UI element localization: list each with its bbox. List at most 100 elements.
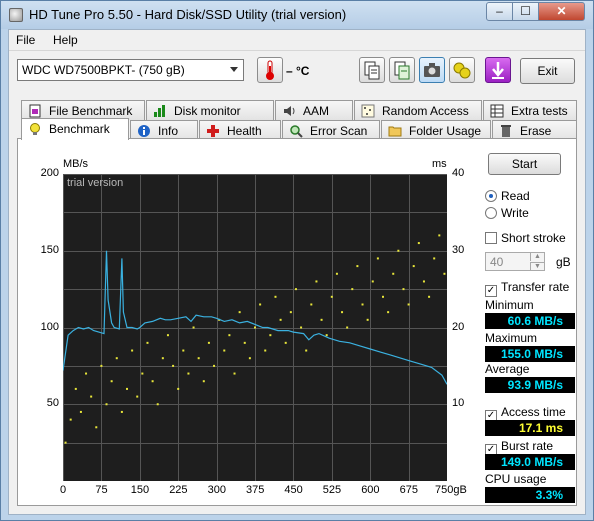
title-bar[interactable]: HD Tune Pro 5.50 - Hard Disk/SSD Utility… [1, 1, 593, 29]
access-time-point [412, 265, 415, 268]
access-time-point [95, 426, 98, 429]
access-time-point [146, 341, 149, 344]
access-time-point [85, 372, 88, 375]
access-time-point [207, 341, 210, 344]
transfer-rate-option[interactable]: ✓ Transfer rate [485, 280, 569, 297]
access-time-point [371, 280, 374, 283]
read-label: Read [501, 189, 530, 203]
transfer-rate-checkbox[interactable]: ✓ [485, 285, 497, 297]
access-time-point [202, 380, 205, 383]
x-tick-label: 300 [207, 484, 226, 496]
drive-select[interactable]: WDC WD7500BPKT- (750 gB) [17, 59, 244, 81]
access-time-point [294, 288, 297, 291]
write-option[interactable]: Write [485, 206, 529, 220]
spin-up-icon[interactable]: ▲ [530, 253, 544, 261]
stroke-unit: gB [556, 255, 571, 269]
tab-erase[interactable]: Erase [492, 120, 577, 140]
access-time-point [64, 441, 67, 444]
spin-down-icon[interactable]: ▼ [530, 262, 544, 270]
x-tick-label: 525 [322, 484, 342, 496]
access-time-point [69, 418, 72, 421]
short-stroke-option[interactable]: Short stroke [485, 231, 566, 245]
screenshot-button[interactable] [419, 57, 445, 83]
x-tick-label: 75 [95, 484, 108, 496]
client-area: File Help WDC WD7500BPKT- (750 gB) – °C [8, 29, 586, 515]
y-tick-label: 100 [40, 320, 59, 333]
maximize-button[interactable]: ☐ [512, 2, 539, 21]
access-time-point [126, 387, 128, 390]
access-time-point [259, 303, 262, 306]
benchmark-panel: MB/s ms trial version Start Read Write S… [17, 138, 577, 506]
save-button[interactable] [389, 57, 415, 83]
app-icon [9, 8, 23, 22]
tab-label: File Benchmark [49, 104, 133, 118]
access-time-point [335, 272, 338, 275]
short-stroke-label: Short stroke [501, 231, 566, 245]
tab-error-scan[interactable]: Error Scan [282, 120, 380, 140]
access-time-point [90, 395, 93, 398]
x-tick-label: 375 [246, 484, 265, 496]
access-time-point [213, 364, 216, 367]
stroke-size-input[interactable]: 40 ▲ ▼ [485, 252, 545, 271]
x-tick-label: 750gB [435, 484, 467, 496]
access-time-point [356, 265, 359, 268]
download-button[interactable] [485, 57, 511, 83]
tab-benchmark[interactable]: Benchmark [21, 118, 129, 140]
tab-label: Error Scan [310, 124, 368, 138]
save-icon [394, 61, 410, 80]
y-tick-label: 50 [46, 397, 59, 410]
access-time-point [428, 295, 431, 298]
access-time-point [284, 341, 287, 344]
exit-button[interactable]: Exit [520, 58, 575, 84]
access-time-point [422, 280, 425, 283]
temperature-readout: – °C [286, 64, 310, 78]
tab-label: Benchmark [49, 122, 110, 136]
read-option[interactable]: Read [485, 189, 530, 203]
access-time-point [320, 318, 323, 321]
tab-random-access[interactable]: Random Access [354, 100, 482, 120]
options-button[interactable] [449, 57, 475, 83]
tab-label: Folder Usage [409, 124, 482, 138]
access-time-point [289, 311, 292, 314]
download-icon [492, 62, 504, 79]
access-time-point [325, 334, 328, 337]
lightbulb-icon [30, 123, 40, 135]
access-time-point [392, 272, 395, 275]
write-radio[interactable] [485, 207, 497, 219]
tab-file-benchmark[interactable]: File Benchmark [21, 100, 145, 120]
tab-extra-tests[interactable]: Extra tests [483, 100, 577, 120]
chart-plot: trial version [62, 174, 448, 482]
copy-button[interactable] [359, 57, 385, 83]
y2-tick-label: 10 [452, 397, 465, 410]
y-tick-label: 150 [40, 243, 59, 256]
access-time-point [376, 257, 379, 260]
access-time-point [254, 326, 256, 329]
magnifier-icon [290, 125, 303, 138]
access-time-point [264, 349, 267, 352]
access-time-point [248, 357, 251, 360]
speaker-icon [284, 106, 295, 116]
access-time-point [346, 326, 349, 329]
read-radio[interactable] [485, 190, 497, 202]
maximum-label: Maximum [485, 331, 538, 345]
tab-disk-monitor[interactable]: Disk monitor [146, 100, 274, 120]
menu-file[interactable]: File [16, 33, 35, 47]
access-time-point [402, 288, 405, 291]
tab-folder-usage[interactable]: Folder Usage [381, 120, 491, 140]
short-stroke-checkbox[interactable] [485, 232, 497, 244]
access-time-point [397, 249, 400, 252]
access-time-point [79, 410, 82, 413]
info-icon [138, 125, 150, 137]
minimize-button[interactable]: – [486, 2, 513, 21]
folder-icon [388, 126, 402, 137]
tab-info[interactable]: Info [130, 120, 198, 140]
thermometer-button[interactable] [257, 57, 283, 83]
start-button[interactable]: Start [488, 153, 561, 175]
access-time-point [274, 295, 277, 298]
close-button[interactable]: ✕ [538, 2, 585, 21]
tab-health[interactable]: Health [199, 120, 281, 140]
tab-aam[interactable]: AAM [275, 100, 353, 120]
access-time-point [382, 295, 384, 298]
menu-help[interactable]: Help [53, 33, 78, 47]
menu-bar: File Help [9, 30, 585, 50]
